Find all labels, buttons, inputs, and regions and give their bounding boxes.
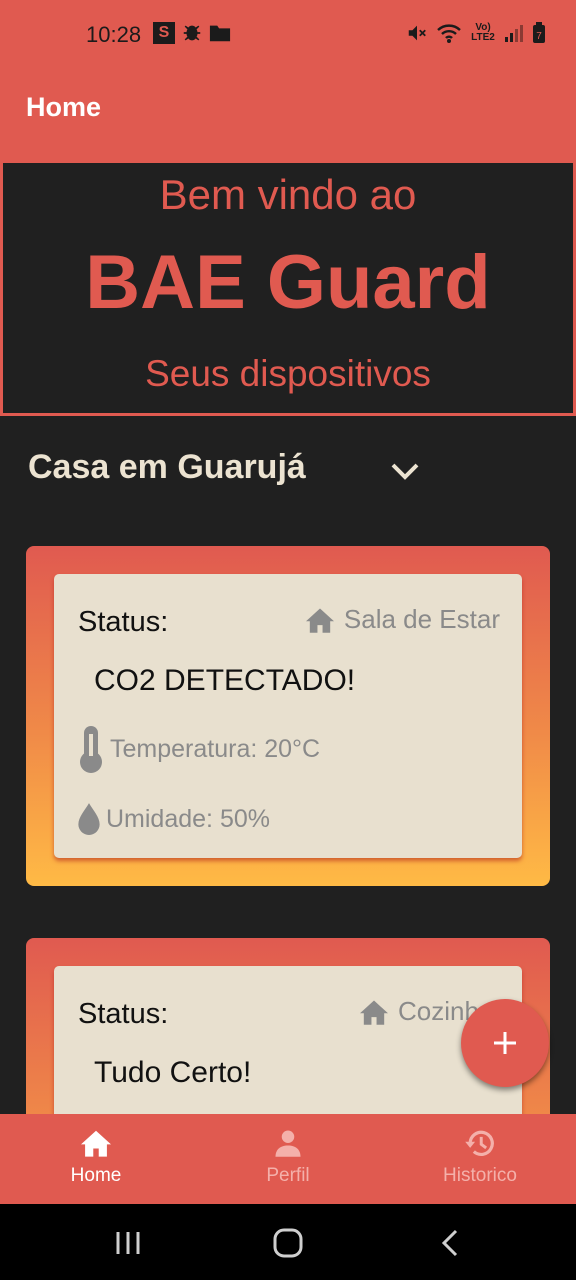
status-label: Status: <box>78 606 169 638</box>
signal-icon <box>505 25 523 42</box>
home-icon <box>305 608 334 633</box>
history-icon <box>465 1130 494 1157</box>
room-label: Cozinh <box>358 996 479 1027</box>
device-card[interactable]: Status: Sala de Estar CO2 DETECTADO! Tem… <box>26 546 550 886</box>
welcome-banner: Bem vindo ao BAE Guard Seus dispositivos <box>0 160 576 416</box>
battery-level: 7 <box>536 31 542 42</box>
welcome-text: Bem vindo ao <box>159 171 417 218</box>
system-navigation-bar <box>0 1204 576 1280</box>
thermometer-icon <box>80 726 102 773</box>
app-header: 10:28 S Vo) LTE2 7 Home <box>0 0 576 160</box>
room-name: Sala de Estar <box>343 604 500 634</box>
wifi-icon <box>437 24 461 43</box>
back-icon[interactable] <box>438 1228 462 1258</box>
status-left-icons: S <box>153 22 231 44</box>
recent-apps-icon[interactable] <box>113 1228 143 1258</box>
page-title: Home <box>26 92 102 122</box>
humidity-text: Umidade: 50% <box>106 804 270 833</box>
person-icon <box>275 1130 301 1157</box>
plus-icon <box>494 1032 516 1054</box>
status-label: Status: <box>78 998 169 1030</box>
battery-icon: 7 <box>533 22 545 43</box>
home-icon <box>360 1000 388 1025</box>
temperature-text: Temperatura: 20°C <box>110 734 321 763</box>
brand-title: BAE Guard <box>85 240 491 325</box>
add-device-button[interactable] <box>461 999 549 1087</box>
s-app-icon: S <box>153 22 175 44</box>
home-icon <box>81 1130 111 1157</box>
home-button-icon[interactable] <box>272 1228 304 1258</box>
bottom-navigation: Home Perfil Historico <box>0 1114 576 1204</box>
mute-icon <box>408 25 426 41</box>
room-label: Sala de Estar <box>304 604 500 635</box>
nav-item-home[interactable]: Home <box>16 1128 176 1187</box>
nav-label: Historico <box>443 1165 517 1186</box>
nav-label: Home <box>70 1165 122 1186</box>
devices-subtitle: Seus dispositivos <box>145 353 431 394</box>
temperature-reading: Temperatura: 20°C <box>76 724 320 774</box>
nav-label: Perfil <box>266 1165 310 1186</box>
status-right-icons: Vo) LTE2 7 <box>406 22 546 44</box>
volte-label: Vo) LTE2 <box>471 22 495 43</box>
water-drop-icon <box>78 803 100 835</box>
location-dropdown-value[interactable]: Casa em Guarujá <box>28 448 306 487</box>
device-card-content: Status: Sala de Estar CO2 DETECTADO! Tem… <box>54 574 522 858</box>
status-time: 10:28 <box>86 22 142 47</box>
nav-item-historico[interactable]: Historico <box>400 1128 560 1187</box>
bug-icon <box>183 25 201 41</box>
folder-icon <box>209 25 231 42</box>
screen: 10:28 S Vo) LTE2 7 Home Bem vindo ao BAE… <box>0 0 576 1280</box>
chevron-down-icon[interactable] <box>388 456 422 486</box>
nav-item-perfil[interactable]: Perfil <box>208 1128 368 1187</box>
status-value: Tudo Certo! <box>94 1056 252 1089</box>
status-value: CO2 DETECTADO! <box>94 664 356 697</box>
humidity-reading: Umidade: 50% <box>76 802 270 836</box>
status-bar: 10:28 S Vo) LTE2 7 <box>0 0 576 70</box>
